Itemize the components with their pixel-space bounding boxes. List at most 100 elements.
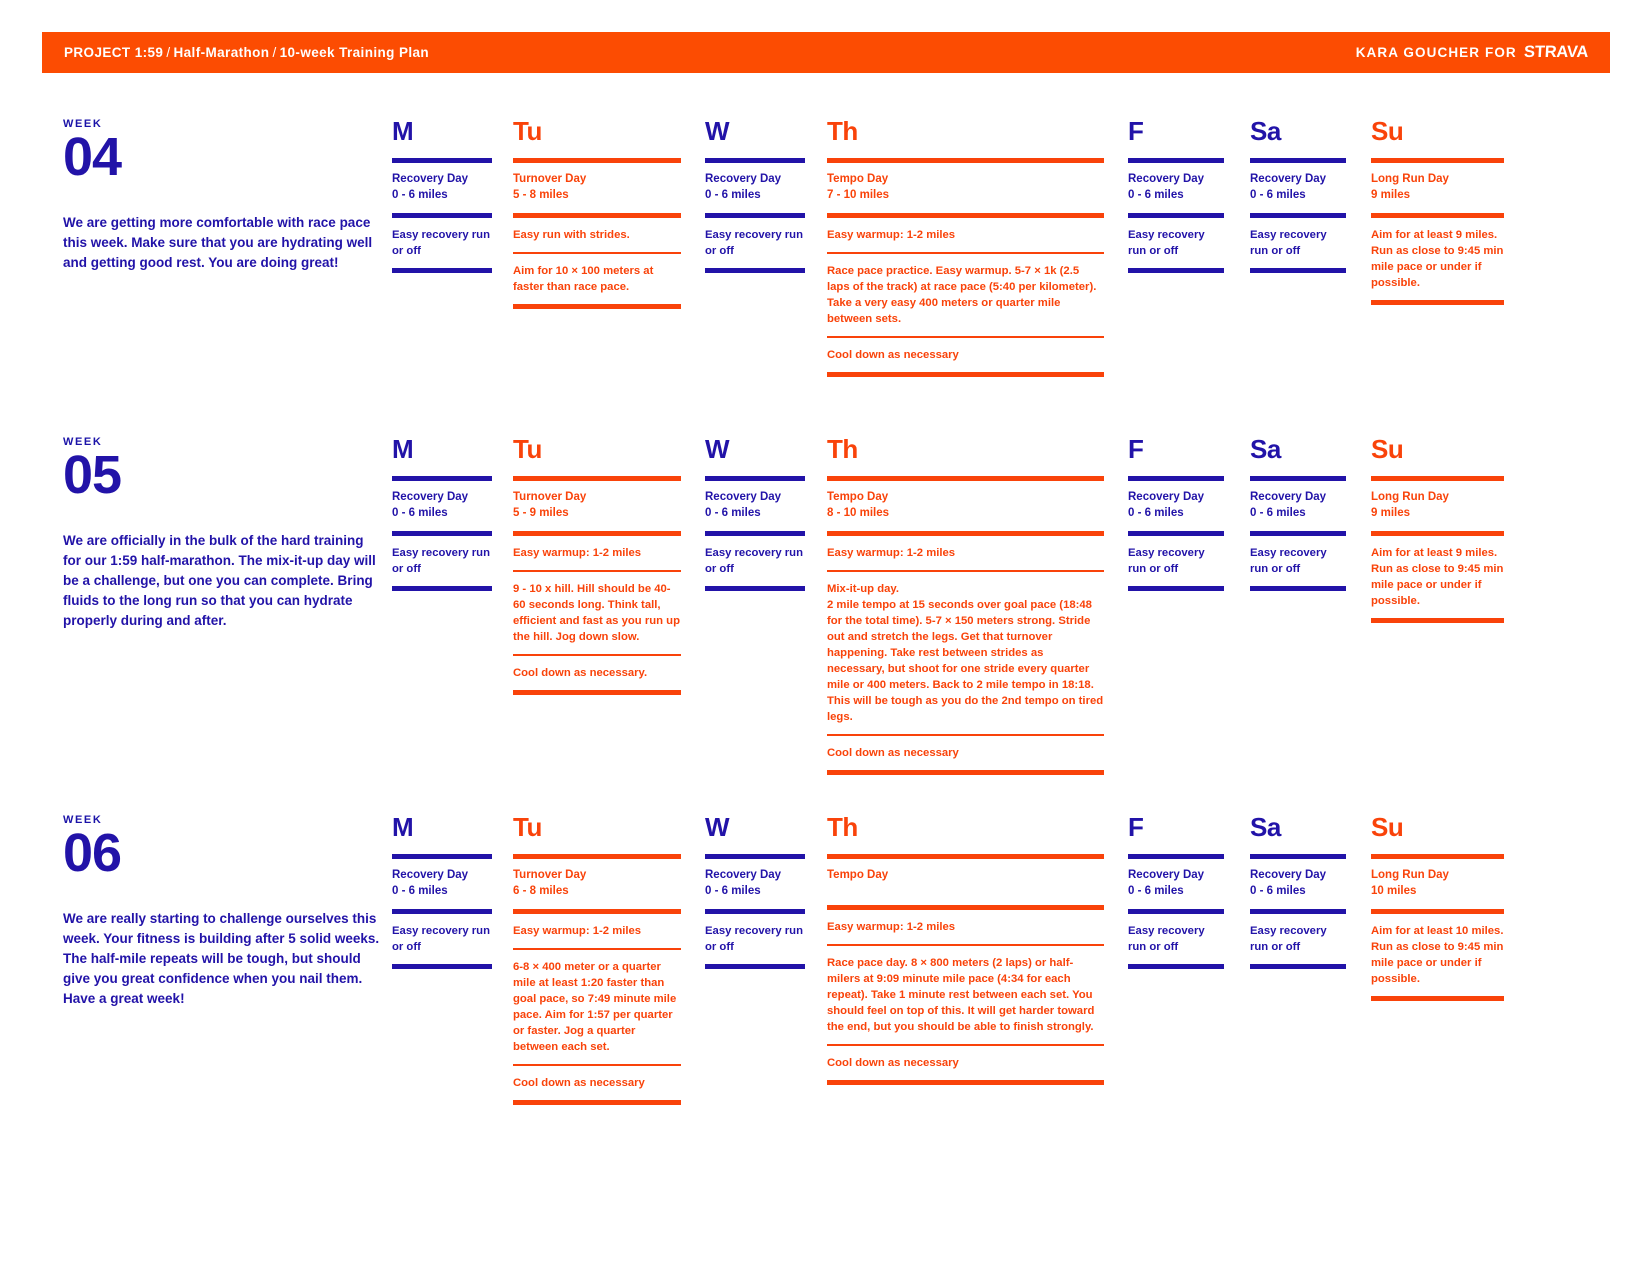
day-block: Easy recovery run or off	[1250, 914, 1346, 964]
block-lead: Mix-it-up day.	[827, 582, 899, 595]
week-intro: WEEK 06 We are really starting to challeng…	[63, 814, 383, 1009]
block-lead: Race pace day.	[827, 957, 908, 970]
day-title: Tempo Day 8 - 10 miles	[827, 491, 890, 519]
week-intro: WEEK 05 We are officially in the bulk of t…	[63, 436, 383, 631]
day-title: Turnover Day 5 - 8 miles	[513, 173, 587, 201]
day-title: Recovery Day 0 - 6 miles	[1128, 173, 1205, 201]
strava-logo: STRAVA	[1523, 43, 1589, 61]
day-block: Easy recovery run or off	[392, 914, 492, 964]
day-block-rule	[1371, 299, 1504, 305]
day-letter: F	[1128, 116, 1144, 146]
day-block-rule	[1250, 585, 1346, 591]
day-block: Aim for at least 9 miles. Run as close t…	[1371, 536, 1504, 618]
day-block: Easy warmup: 1-2 miles	[513, 536, 681, 570]
day-column-tu: Tu Turnover Day 6 - 8 miles Easy warmup: 1…	[513, 814, 681, 1105]
day-title: Recovery Day 0 - 6 miles	[1250, 173, 1327, 201]
day-block: Easy warmup: 1-2 miles	[827, 536, 1104, 570]
day-column-th: Th Tempo Day Easy warmup: 1-2 miles Race pa…	[827, 812, 1104, 1086]
day-title: Recovery Day 0 - 6 miles	[1250, 491, 1327, 519]
day-letter: W	[705, 812, 730, 842]
day-block: Easy recovery run or off	[1128, 914, 1224, 964]
day-block: Mix-it-up day. 2 mile tempo at 15 second…	[827, 572, 1104, 734]
day-block: Easy recovery run or off	[705, 536, 805, 586]
week-intro: WEEK 04 We are getting more comfortable wi…	[63, 118, 383, 273]
day-block: Easy recovery run or off	[392, 218, 492, 268]
day-letter: W	[705, 434, 730, 464]
day-block-rule	[513, 1099, 681, 1105]
block-body: Easy warmup: 1-2 miles	[513, 546, 642, 559]
block-body: Easy recovery run or off	[705, 546, 803, 575]
block-body: Easy recovery run or off	[392, 924, 490, 953]
day-block-rule	[513, 303, 681, 309]
block-body: Easy warmup: 1-2 miles	[827, 228, 956, 241]
day-block-rule	[1128, 963, 1224, 969]
day-letter: Tu	[513, 116, 542, 146]
header-race: Half-Marathon	[173, 45, 270, 60]
day-title: Long Run Day 9 miles	[1371, 173, 1449, 201]
day-block-rule	[705, 267, 805, 273]
block-lead: 9 - 10 x hill.	[513, 582, 574, 595]
day-block: Cool down as necessary	[827, 338, 1104, 372]
day-column-th: Th Tempo Day 8 - 10 miles Easy warmup: 1-2…	[827, 436, 1104, 776]
day-letter: W	[705, 116, 730, 146]
day-title: Recovery Day 0 - 6 miles	[705, 173, 782, 201]
day-column-m: M Recovery Day 0 - 6 miles Easy recovery r…	[392, 814, 492, 969]
day-block-rule	[392, 267, 492, 273]
day-block: Cool down as necessary	[827, 736, 1104, 770]
day-block: Cool down as necessary	[513, 1066, 681, 1100]
day-block-rule	[705, 963, 805, 969]
block-body: Easy recovery run or off	[1250, 228, 1327, 257]
block-lead: Race pace practice.	[827, 264, 933, 277]
day-column-f: F Recovery Day 0 - 6 miles Easy recovery r…	[1128, 814, 1224, 969]
day-title: Turnover Day 5 - 9 miles	[513, 491, 587, 519]
block-body: Easy warmup: 1-2 miles	[513, 924, 642, 937]
day-title: Tempo Day	[827, 869, 889, 881]
day-letter: Su	[1371, 434, 1404, 464]
week-number: 05	[63, 445, 122, 505]
day-block: Race pace practice. Easy warmup. 5-7 × 1…	[827, 254, 1104, 336]
day-letter: Th	[827, 116, 858, 146]
block-lead: Easy run with strides.	[513, 228, 630, 241]
day-letter: M	[392, 434, 414, 464]
day-letter: Th	[827, 812, 858, 842]
block-body: Cool down as necessary	[827, 747, 959, 760]
header-author: KARA GOUCHER FOR	[1355, 45, 1517, 60]
day-letter: Sa	[1250, 116, 1281, 146]
day-block: Easy recovery run or off	[1250, 536, 1346, 586]
day-column-su: Su Long Run Day 10 miles Aim for at least …	[1371, 814, 1504, 1001]
day-block: Easy recovery run or off	[392, 536, 492, 586]
day-block-rule	[705, 585, 805, 591]
day-letter: Sa	[1250, 812, 1281, 842]
block-body: Easy recovery run or off	[1128, 924, 1205, 953]
day-block: Cool down as necessary	[827, 1046, 1104, 1080]
day-block-rule	[392, 585, 492, 591]
day-title: Turnover Day 6 - 8 miles	[513, 869, 587, 897]
day-block: Easy recovery run or off	[705, 914, 805, 964]
block-lead: 6-8 × 400 meter	[513, 960, 595, 973]
day-letter: Tu	[513, 434, 542, 464]
day-column-w: W Recovery Day 0 - 6 miles Easy recovery r…	[705, 118, 805, 273]
header-plan: 10-week Training Plan	[279, 45, 430, 60]
day-block-rule	[827, 770, 1104, 776]
block-body: Aim for at least 10 miles. Run as close …	[1371, 924, 1504, 985]
day-letter: F	[1128, 812, 1144, 842]
day-title: Recovery Day 0 - 6 miles	[392, 173, 469, 201]
day-column-sa: Sa Recovery Day 0 - 6 miles Easy recovery …	[1250, 118, 1346, 273]
day-letter: Su	[1371, 116, 1404, 146]
block-body: Cool down as necessary.	[513, 666, 648, 679]
day-block: Easy recovery run or off	[705, 218, 805, 268]
day-block: 9 - 10 x hill. Hill should be 40-60 seco…	[513, 572, 681, 654]
day-block: Easy run with strides.	[513, 218, 681, 252]
day-column-sa: Sa Recovery Day 0 - 6 miles Easy recovery …	[1250, 814, 1346, 969]
block-body: Aim for at least 9 miles. Run as close t…	[1371, 228, 1504, 289]
block-body: Easy recovery run or off	[705, 924, 803, 953]
header-separator-1: /	[166, 45, 171, 60]
header-project: PROJECT 1:59	[64, 45, 164, 60]
day-column-m: M Recovery Day 0 - 6 miles Easy recovery r…	[392, 436, 492, 591]
day-block: Easy warmup: 1-2 miles	[827, 910, 1104, 944]
day-title: Long Run Day 10 miles	[1371, 869, 1449, 897]
day-title: Recovery Day 0 - 6 miles	[392, 491, 469, 519]
day-column-sa: Sa Recovery Day 0 - 6 miles Easy recovery …	[1250, 436, 1346, 591]
block-body: 2 mile tempo at 15 seconds over goal pac…	[827, 598, 1104, 723]
day-block: Aim for 10 × 100 meters at faster than r…	[513, 254, 681, 304]
